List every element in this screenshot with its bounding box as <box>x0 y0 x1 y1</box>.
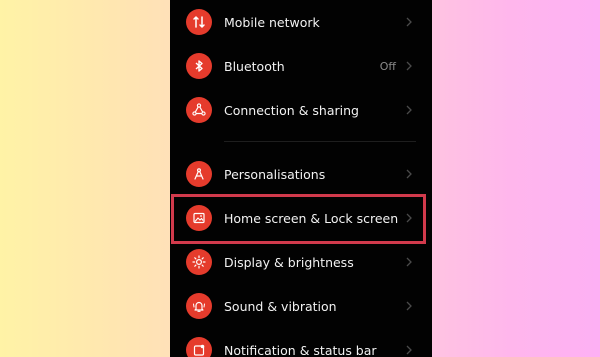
notification-icon <box>186 337 212 357</box>
bell-icon <box>186 293 212 319</box>
settings-item-mobile-network[interactable]: Mobile network <box>170 2 432 42</box>
settings-item-bluetooth[interactable]: Bluetooth Off <box>170 46 432 86</box>
chevron-right-icon <box>406 61 412 71</box>
connection-sharing-icon <box>186 97 212 123</box>
settings-item-label: Home screen & Lock screen <box>224 210 399 226</box>
bluetooth-status: Off <box>379 59 396 73</box>
mobile-network-icon <box>186 9 212 35</box>
settings-item-connection-sharing[interactable]: Connection & sharing <box>170 90 432 130</box>
settings-item-label: Sound & vibration <box>224 298 337 314</box>
chevron-right-icon <box>406 345 412 355</box>
settings-screen: Mobile network Bluetooth Off Connection … <box>170 0 432 357</box>
settings-item-label: Notification & status bar <box>224 342 377 357</box>
chevron-right-icon <box>406 105 412 115</box>
chevron-right-icon <box>406 257 412 267</box>
settings-item-label: Connection & sharing <box>224 102 359 118</box>
settings-item-label: Bluetooth <box>224 58 285 74</box>
settings-item-label: Mobile network <box>224 14 320 30</box>
personalisation-icon <box>186 161 212 187</box>
settings-item-label: Display & brightness <box>224 254 354 270</box>
chevron-right-icon <box>406 301 412 311</box>
settings-item-notification-status-bar[interactable]: Notification & status bar <box>170 330 432 357</box>
settings-item-personalisations[interactable]: Personalisations <box>170 154 432 194</box>
settings-item-home-lock-screen[interactable]: Home screen & Lock screen <box>170 198 432 238</box>
sun-icon <box>186 249 212 275</box>
chevron-right-icon <box>406 17 412 27</box>
settings-item-sound-vibration[interactable]: Sound & vibration <box>170 286 432 326</box>
settings-item-label: Personalisations <box>224 166 326 182</box>
chevron-right-icon <box>406 213 412 223</box>
image-icon <box>186 205 212 231</box>
section-divider <box>224 141 416 142</box>
settings-item-display-brightness[interactable]: Display & brightness <box>170 242 432 282</box>
bluetooth-icon <box>186 53 212 79</box>
chevron-right-icon <box>406 169 412 179</box>
